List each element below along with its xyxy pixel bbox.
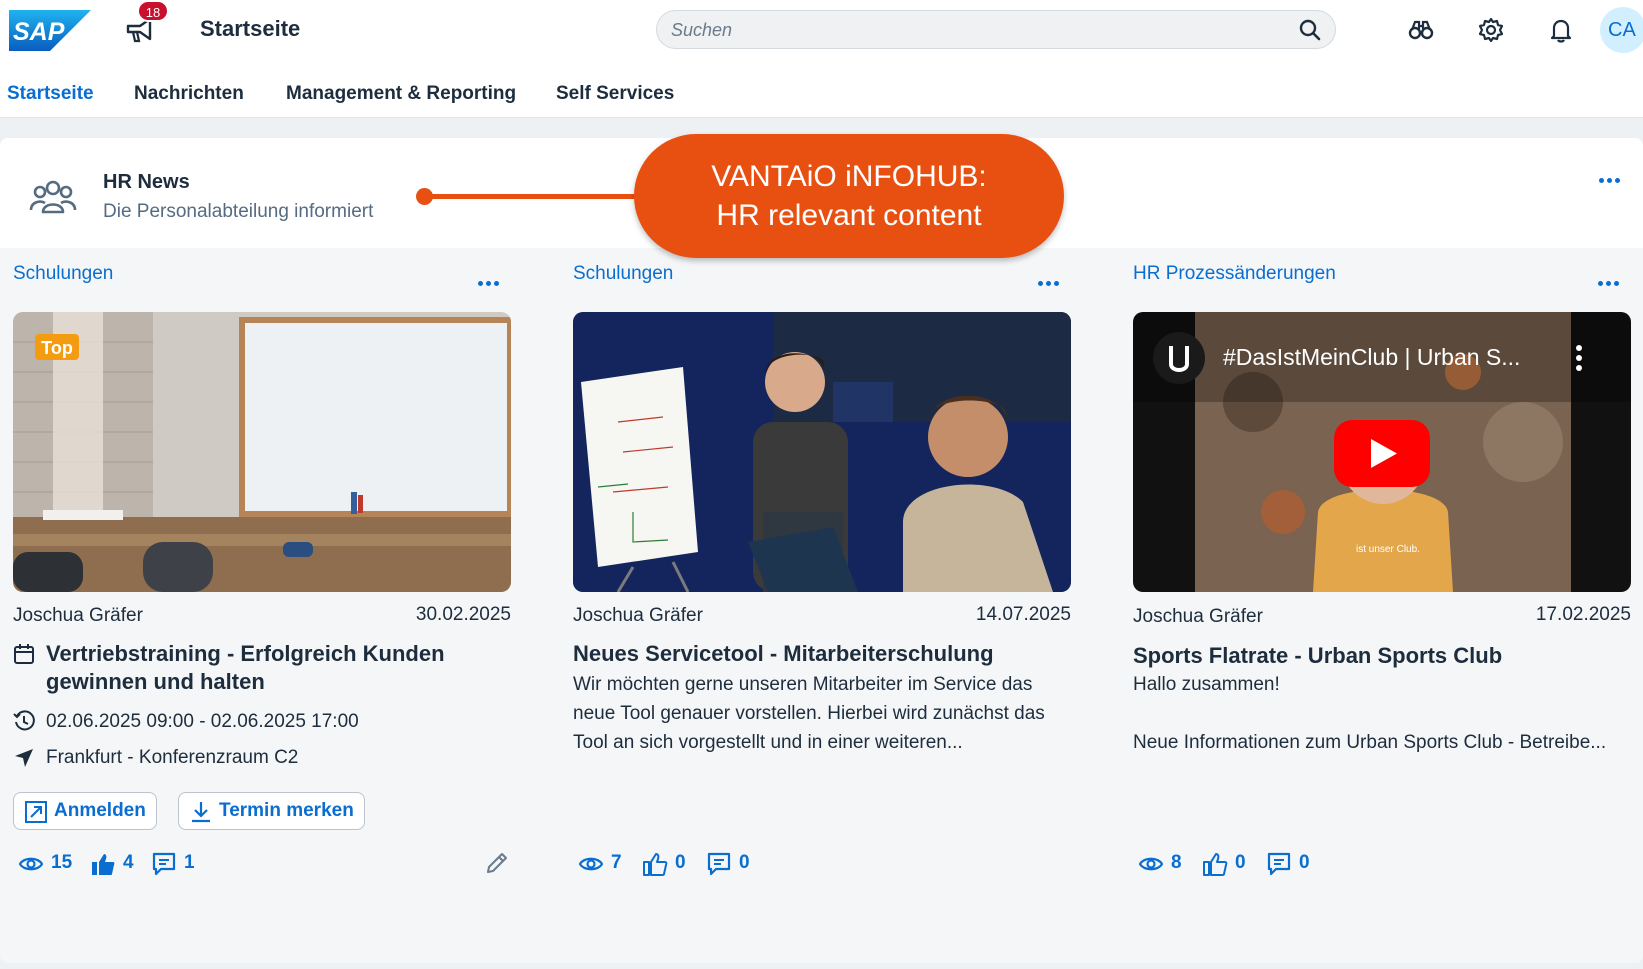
shell-title: Startseite [200, 16, 301, 41]
search-icon[interactable] [1299, 19, 1321, 41]
card-title[interactable]: Vertriebstraining - Erfolgreich Kunden g… [46, 640, 445, 696]
card-body-line: neue Tool genauer vorstellen. Hierbei wi… [573, 703, 1045, 724]
likes-count: 0 [675, 852, 686, 873]
classroom-illustration: Top [13, 312, 511, 592]
avatar[interactable]: CA [1600, 7, 1643, 53]
news-card[interactable]: Schulungen Joschua Gräfer 14.07.2025 Neu… [573, 250, 1073, 910]
callout-connector [424, 194, 636, 199]
card-body-line: Hallo zusammen! [1133, 674, 1280, 695]
video-title: #DasIstMeinClub | Urban S... [1223, 344, 1520, 370]
event-location: Frankfurt - Konferenzraum C2 [46, 747, 299, 768]
more-options-icon[interactable] [478, 273, 508, 286]
card-category[interactable]: HR Prozessänderungen [1133, 263, 1336, 285]
open-external-icon [25, 801, 47, 823]
history-icon [13, 710, 35, 731]
callout-line-2: HR relevant content [716, 199, 982, 232]
card-body-line: Tool an sich vorgestellt und in einer we… [573, 732, 963, 753]
tab-nachrichten[interactable]: Nachrichten [134, 83, 244, 105]
group-icon [29, 180, 77, 214]
training-photo-illustration [573, 312, 1071, 592]
eye-icon [1138, 857, 1164, 871]
bell-icon[interactable] [1548, 17, 1574, 43]
hr-news-subtitle: Die Personalabteilung informiert [103, 201, 374, 222]
card-author: Joschua Gräfer [13, 605, 143, 626]
views-count: 7 [611, 852, 622, 873]
navigation-bar: Startseite Nachrichten Management & Repo… [0, 60, 1643, 118]
more-options-icon[interactable] [1598, 273, 1628, 286]
event-time: 02.06.2025 09:00 - 02.06.2025 17:00 [46, 711, 359, 732]
gear-icon[interactable] [1478, 17, 1504, 43]
shell-bar: SAP 18 Startseite CA [0, 0, 1643, 60]
views-count: 15 [51, 852, 73, 873]
card-date: 30.02.2025 [415, 604, 511, 625]
news-card[interactable]: HR Prozessänderungen ist unser Club. #Da… [1133, 250, 1633, 910]
thumbs-up-filled-icon [92, 854, 115, 875]
download-icon [192, 802, 210, 823]
card-body-line: Neue Informationen zum Urban Sports Club… [1133, 732, 1607, 753]
comments-count: 0 [739, 852, 750, 873]
callout-line-1: VANTAiO iNFOHUB: [711, 160, 987, 193]
register-button[interactable]: Anmelden [13, 792, 157, 830]
likes-count: 0 [1235, 852, 1246, 873]
news-card[interactable]: Schulungen Top Joschua Gräfer 30.02.2025 [13, 250, 513, 910]
card-body: Hallo zusammen! Neue Informationen zum U… [1133, 670, 1606, 757]
card-date: 14.07.2025 [975, 604, 1071, 625]
calendar-icon [14, 644, 34, 664]
hr-news-title: HR News [103, 171, 190, 193]
comments-count: 0 [1299, 852, 1310, 873]
callout-dot [416, 188, 433, 205]
views-count: 8 [1171, 852, 1182, 873]
tab-management-reporting[interactable]: Management & Reporting [286, 83, 516, 105]
save-date-button[interactable]: Termin merken [178, 792, 365, 830]
comment-icon [152, 852, 176, 876]
svg-text:SAP: SAP [13, 18, 65, 46]
tab-self-services[interactable]: Self Services [556, 83, 674, 105]
video-caption: ist unser Club. [1356, 544, 1420, 555]
more-options-icon[interactable] [1599, 170, 1629, 183]
card-category[interactable]: Schulungen [13, 263, 113, 285]
search-field[interactable] [656, 10, 1336, 49]
more-options-icon[interactable] [1038, 273, 1068, 286]
card-date: 17.02.2025 [1535, 604, 1631, 625]
video-player[interactable]: ist unser Club. #DasIstMeinClub | Urban … [1133, 312, 1631, 592]
sap-logo[interactable]: SAP [9, 10, 91, 51]
register-button-label: Anmelden [54, 800, 146, 821]
thumbs-up-icon [1203, 853, 1228, 876]
video-thumbnail: ist unser Club. #DasIstMeinClub | Urban … [1133, 312, 1631, 592]
card-title[interactable]: Sports Flatrate - Urban Sports Club [1133, 642, 1502, 670]
comments-count: 1 [184, 852, 195, 873]
notification-badge: 18 [137, 0, 169, 22]
callout-bubble: VANTAiO iNFOHUB: HR relevant content [634, 134, 1064, 258]
thumbs-up-icon [643, 853, 668, 876]
binoculars-icon[interactable] [1408, 17, 1434, 43]
top-badge: Top [41, 338, 73, 358]
pencil-icon[interactable] [484, 850, 510, 876]
card-title-line: gewinnen und halten [46, 669, 265, 694]
comment-icon [707, 852, 731, 876]
card-body-line: Wir möchten gerne unseren Mitarbeiter im… [573, 674, 1033, 695]
card-category[interactable]: Schulungen [573, 263, 673, 285]
comment-icon [1267, 852, 1291, 876]
card-image[interactable]: Top [13, 312, 511, 592]
eye-icon [578, 857, 604, 871]
card-title-line: Vertriebstraining - Erfolgreich Kunden [46, 641, 445, 666]
tab-startseite[interactable]: Startseite [7, 83, 94, 105]
eye-icon [18, 857, 44, 871]
card-image[interactable] [573, 312, 1071, 592]
card-body: Wir möchten gerne unseren Mitarbeiter im… [573, 670, 1045, 757]
card-author: Joschua Gräfer [1133, 606, 1263, 627]
navigation-arrow-icon [15, 749, 33, 767]
save-date-button-label: Termin merken [219, 800, 354, 821]
search-input[interactable] [671, 17, 1271, 43]
card-title[interactable]: Neues Servicetool - Mitarbeiterschulung [573, 640, 994, 668]
card-author: Joschua Gräfer [573, 605, 703, 626]
likes-count: 4 [123, 852, 134, 873]
